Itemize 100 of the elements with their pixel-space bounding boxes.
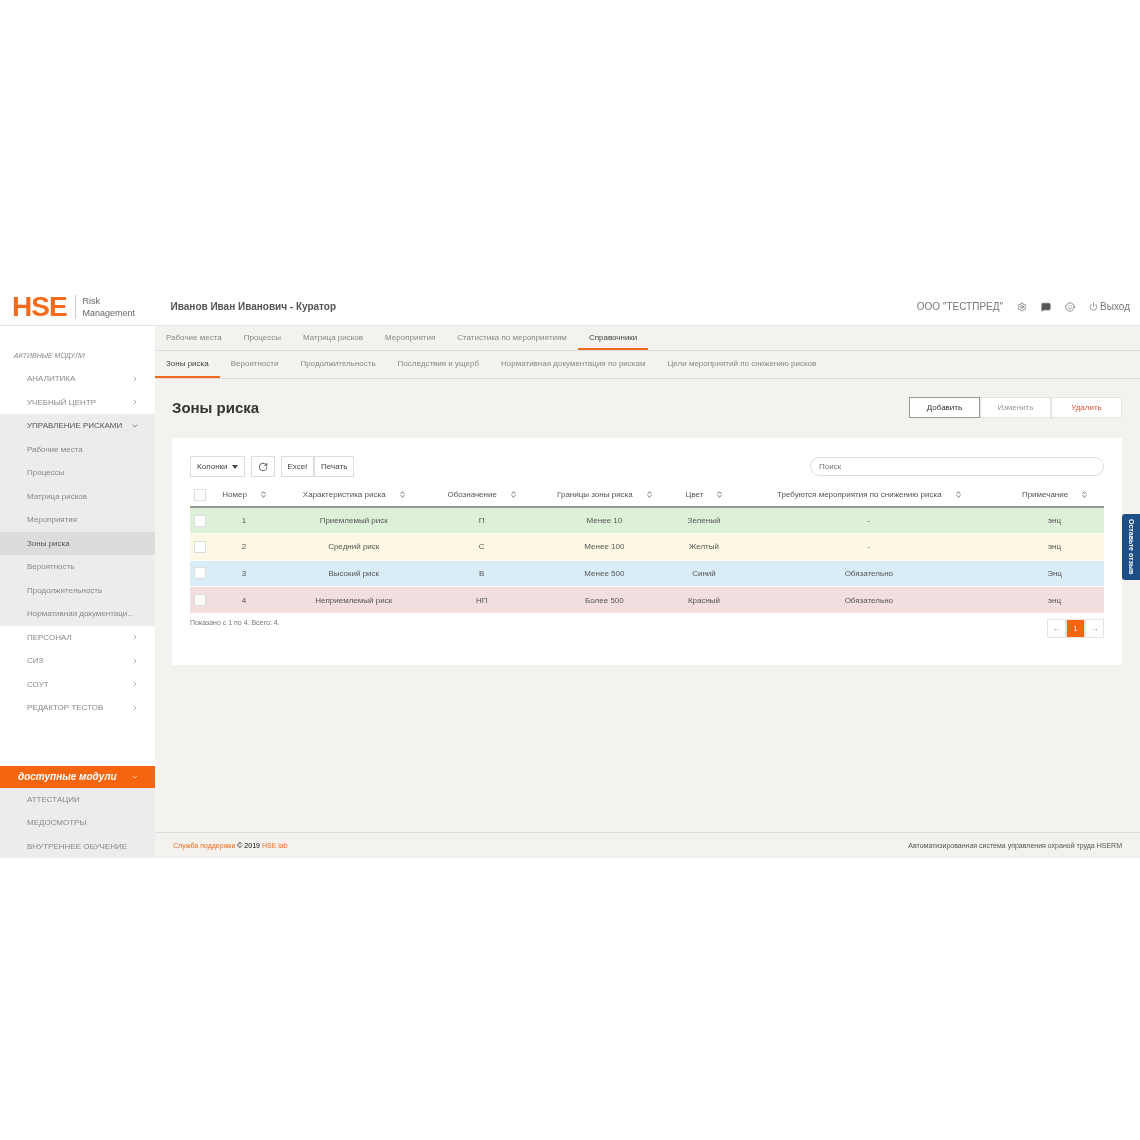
excel-button[interactable]: Excel — [280, 456, 315, 477]
action-button[interactable]: Удалить — [1051, 397, 1122, 418]
sidebar-item[interactable]: ВНУТРЕННЕЕ ОБУЧЕНИЕ — [0, 834, 155, 858]
column-header[interactable]: Требуются мероприятия по снижению риска — [777, 490, 942, 499]
table-cell: Желтый — [675, 533, 733, 560]
sidebar-item-label: РЕДАКТОР ТЕСТОВ — [27, 703, 104, 713]
print-button[interactable]: Печать — [314, 456, 355, 477]
previous-page-button[interactable]: ← — [1047, 619, 1066, 638]
column-header[interactable]: Характеристика риска — [302, 490, 386, 499]
chevron-right-icon — [131, 398, 139, 407]
table-cell: 3 — [210, 560, 278, 587]
table-cell: Обязательно — [732, 560, 1006, 587]
chevron-right-icon — [131, 633, 139, 642]
power-icon — [1089, 302, 1099, 311]
sidebar-item[interactable]: АТТЕСТАЦИИ — [0, 787, 155, 811]
next-page-button[interactable]: → — [1085, 619, 1104, 638]
column-header[interactable]: Границы зоны риска — [557, 490, 633, 499]
subtab[interactable]: Последствия и ущерб — [386, 351, 491, 378]
sidebar-subitem[interactable]: Рабочие места — [0, 437, 155, 461]
sort-icon[interactable] — [399, 491, 405, 499]
table-cell: 1 — [210, 507, 278, 534]
refresh-button[interactable] — [250, 456, 275, 477]
sidebar-item-label: УПРАВЛЕНИЕ РИСКАМИ — [27, 421, 123, 431]
column-header[interactable]: Цвет — [685, 490, 704, 499]
chevron-right-icon — [131, 656, 139, 665]
column-header[interactable]: Примечание — [1021, 490, 1069, 499]
sort-icon[interactable] — [260, 491, 266, 499]
tab[interactable]: Рабочие места — [155, 326, 233, 350]
checkbox[interactable] — [194, 567, 207, 580]
table-cell: Неприемлемый риск — [277, 586, 430, 613]
caret-icon — [231, 464, 238, 469]
sidebar-item-label: СОУТ — [27, 679, 49, 689]
sort-icon[interactable] — [1082, 491, 1088, 499]
table-cell: Средний риск — [277, 533, 430, 560]
table-cell: Синий — [675, 560, 733, 587]
checkbox[interactable] — [194, 594, 207, 606]
columns-dropdown[interactable]: Колонки — [190, 456, 245, 477]
available-modules-header[interactable]: доступные модули — [0, 765, 155, 788]
checkbox[interactable] — [194, 514, 207, 527]
table-cell: Красный — [675, 586, 733, 613]
table-cell: Приемлемый риск — [277, 507, 430, 534]
table-cell: Обязательно — [732, 586, 1006, 613]
chevron-right-icon — [131, 680, 139, 689]
table-cell: В — [429, 560, 534, 587]
table-cell: НП — [429, 586, 534, 613]
checkbox[interactable] — [194, 540, 207, 553]
sort-icon[interactable] — [955, 491, 961, 499]
search-field[interactable]: Поиск — [810, 457, 1104, 476]
page-title: Зоны риска — [172, 399, 260, 416]
sidebar-subitem[interactable]: Мероприятия — [0, 508, 155, 532]
column-header[interactable]: Обозначение — [447, 490, 497, 499]
sort-icon[interactable] — [646, 491, 652, 499]
sidebar-subitem[interactable]: Зоны риска — [0, 531, 155, 555]
table-cell: Зеленый — [675, 507, 733, 534]
subtab[interactable]: Продолжительность — [289, 351, 387, 378]
subtab[interactable]: Зоны риска — [155, 351, 220, 378]
checkbox[interactable] — [194, 488, 207, 501]
tab[interactable]: Статистика по мероприятиям — [446, 326, 578, 350]
sidebar-item-label: СИЗ — [27, 656, 44, 666]
action-button[interactable]: Изменить — [980, 397, 1051, 418]
column-header[interactable]: Номер — [222, 490, 247, 499]
sidebar-subitem[interactable]: Вероятность — [0, 555, 155, 579]
subtab[interactable]: Цели мероприятий по снижению рисков — [656, 351, 828, 378]
sort-icon[interactable] — [510, 491, 516, 499]
organization-name: ООО "ТЕСТПРЕД" — [916, 301, 1004, 312]
tab[interactable]: Справочники — [577, 326, 649, 350]
page-button[interactable]: 1 — [1066, 619, 1085, 638]
smiley-icon[interactable] — [1065, 301, 1076, 312]
chevron-right-icon — [131, 374, 139, 383]
table-cell: энц — [1005, 507, 1104, 534]
tab[interactable]: Процессы — [232, 326, 292, 350]
table-cell: - — [732, 507, 1006, 534]
subtab[interactable]: Вероятности — [219, 351, 290, 378]
table-cell: Энц — [1005, 560, 1104, 587]
table-cell: П — [429, 507, 534, 534]
table-cell: - — [732, 533, 1006, 560]
sidebar-item[interactable]: УПРАВЛЕНИЕ РИСКАМИ — [0, 414, 155, 438]
sidebar-subitem[interactable]: Процессы — [0, 461, 155, 485]
sidebar-item[interactable]: МЕДОСМОТРЫ — [0, 811, 155, 835]
settings-icon[interactable] — [1017, 301, 1028, 312]
sidebar-item-label: АНАЛИТИКА — [27, 374, 76, 384]
sidebar-subitem[interactable]: Нормативная документаци... — [0, 602, 155, 626]
logout-link[interactable]: Выход — [1089, 301, 1130, 312]
table-cell: Менее 10 — [533, 507, 676, 534]
table-cell: Высокий риск — [277, 560, 430, 587]
subtab[interactable]: Нормативная документация по рискам — [490, 351, 657, 378]
sidebar-item-label: УЧЕБНЫЙ ЦЕНТР — [27, 397, 97, 407]
chat-icon[interactable] — [1041, 301, 1052, 312]
table-cell: энц — [1005, 586, 1104, 613]
refresh-icon — [257, 461, 268, 472]
sidebar-subitem[interactable]: Продолжительность — [0, 578, 155, 602]
tab[interactable]: Матрица рисков — [292, 326, 375, 350]
sidebar-subitem[interactable]: Матрица рисков — [0, 484, 155, 508]
table-cell: 4 — [210, 586, 278, 613]
table-cell: Более 500 — [533, 586, 676, 613]
sort-icon[interactable] — [717, 491, 723, 499]
tab[interactable]: Мероприятия — [374, 326, 447, 350]
table-cell: Менее 500 — [533, 560, 676, 587]
action-button[interactable]: Добавить — [909, 397, 980, 418]
logo: HSE — [12, 290, 67, 323]
